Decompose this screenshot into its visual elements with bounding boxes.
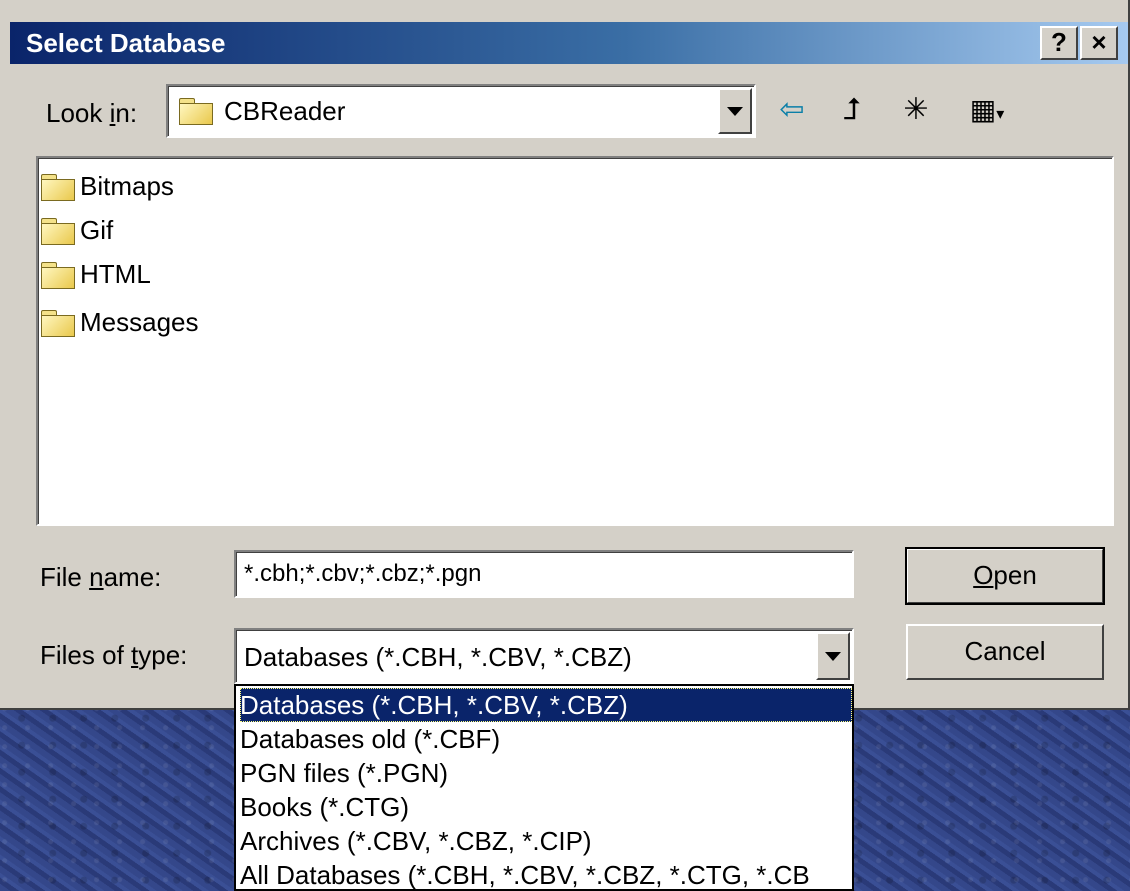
list-item-name: Bitmaps (80, 170, 174, 201)
title-bar[interactable]: Select Database ? × (10, 22, 1128, 64)
look-in-label-prefix: Look (46, 98, 110, 128)
file-name-label-suffix: ame: (103, 562, 162, 592)
folder-icon (40, 172, 76, 201)
close-button[interactable]: × (1080, 26, 1118, 60)
folder-icon (40, 216, 76, 245)
list-item[interactable]: Messages (40, 302, 199, 342)
list-item-name: HTML (80, 258, 151, 289)
dropdown-option[interactable]: Databases (*.CBH, *.CBV, *.CBZ) (240, 688, 852, 722)
open-button-accel: O (973, 560, 994, 590)
new-folder-icon[interactable]: ✳ (892, 92, 940, 128)
look-in-dropdown-arrow[interactable] (718, 88, 752, 134)
cancel-button[interactable]: Cancel (906, 624, 1104, 680)
file-name-input[interactable]: *.cbh;*.cbv;*.cbz;*.pgn (234, 550, 854, 598)
select-database-dialog: Select Database ? × Look in: CBReader ⇦ … (0, 0, 1130, 710)
up-folder-icon[interactable]: ⮥ (832, 92, 872, 128)
dropdown-option[interactable]: Databases old (*.CBF) (240, 722, 500, 756)
folder-icon (40, 308, 76, 337)
look-in-combobox[interactable]: CBReader (166, 84, 756, 138)
dropdown-option[interactable]: All Databases (*.CBH, *.CBV, *.CBZ, *.CT… (240, 858, 810, 889)
dialog-title: Select Database (26, 28, 226, 58)
list-item[interactable]: Gif (40, 210, 113, 250)
back-icon[interactable]: ⇦ (772, 92, 812, 128)
files-of-type-value: Databases (*.CBH, *.CBV, *.CBZ) (244, 642, 632, 672)
view-menu-glyph: ▦ (969, 94, 997, 125)
open-button-label: pen (993, 560, 1037, 590)
view-menu-chevron-down-icon: ▾ (996, 106, 1005, 123)
open-button[interactable]: Open (905, 547, 1105, 605)
folder-icon (40, 260, 76, 289)
files-of-type-select[interactable]: Databases (*.CBH, *.CBV, *.CBZ) (234, 628, 854, 684)
view-menu-icon[interactable]: ▦▾ (952, 92, 1022, 128)
look-in-value: CBReader (224, 96, 346, 126)
dropdown-option[interactable]: Books (*.CTG) (240, 790, 409, 824)
dropdown-option[interactable]: PGN files (*.PGN) (240, 756, 448, 790)
help-button[interactable]: ? (1040, 26, 1078, 60)
open-folder-icon (178, 96, 214, 125)
look-in-label: Look in: (46, 98, 137, 129)
look-in-label-suffix: n: (115, 98, 138, 128)
list-item-name: Gif (80, 214, 114, 245)
list-item[interactable]: HTML (40, 254, 151, 294)
files-of-type-dropdown-arrow[interactable] (816, 632, 850, 680)
files-of-type-label: Files of type: (40, 640, 187, 671)
file-name-label-prefix: File (40, 562, 90, 592)
dropdown-option[interactable]: Archives (*.CBV, *.CBZ, *.CIP) (240, 824, 592, 858)
list-item[interactable]: Bitmaps (40, 166, 174, 206)
list-item-name: Messages (80, 306, 199, 337)
file-list[interactable]: Bitmaps Gif HTML Messages (36, 156, 1114, 526)
files-of-type-dropdown-list[interactable]: Databases (*.CBH, *.CBV, *.CBZ) Database… (234, 684, 854, 891)
file-name-label-accel: n (89, 562, 104, 592)
files-of-type-label-prefix: Files of (40, 640, 132, 670)
files-of-type-label-suffix: ype: (138, 640, 188, 670)
file-name-label: File name: (40, 562, 161, 593)
